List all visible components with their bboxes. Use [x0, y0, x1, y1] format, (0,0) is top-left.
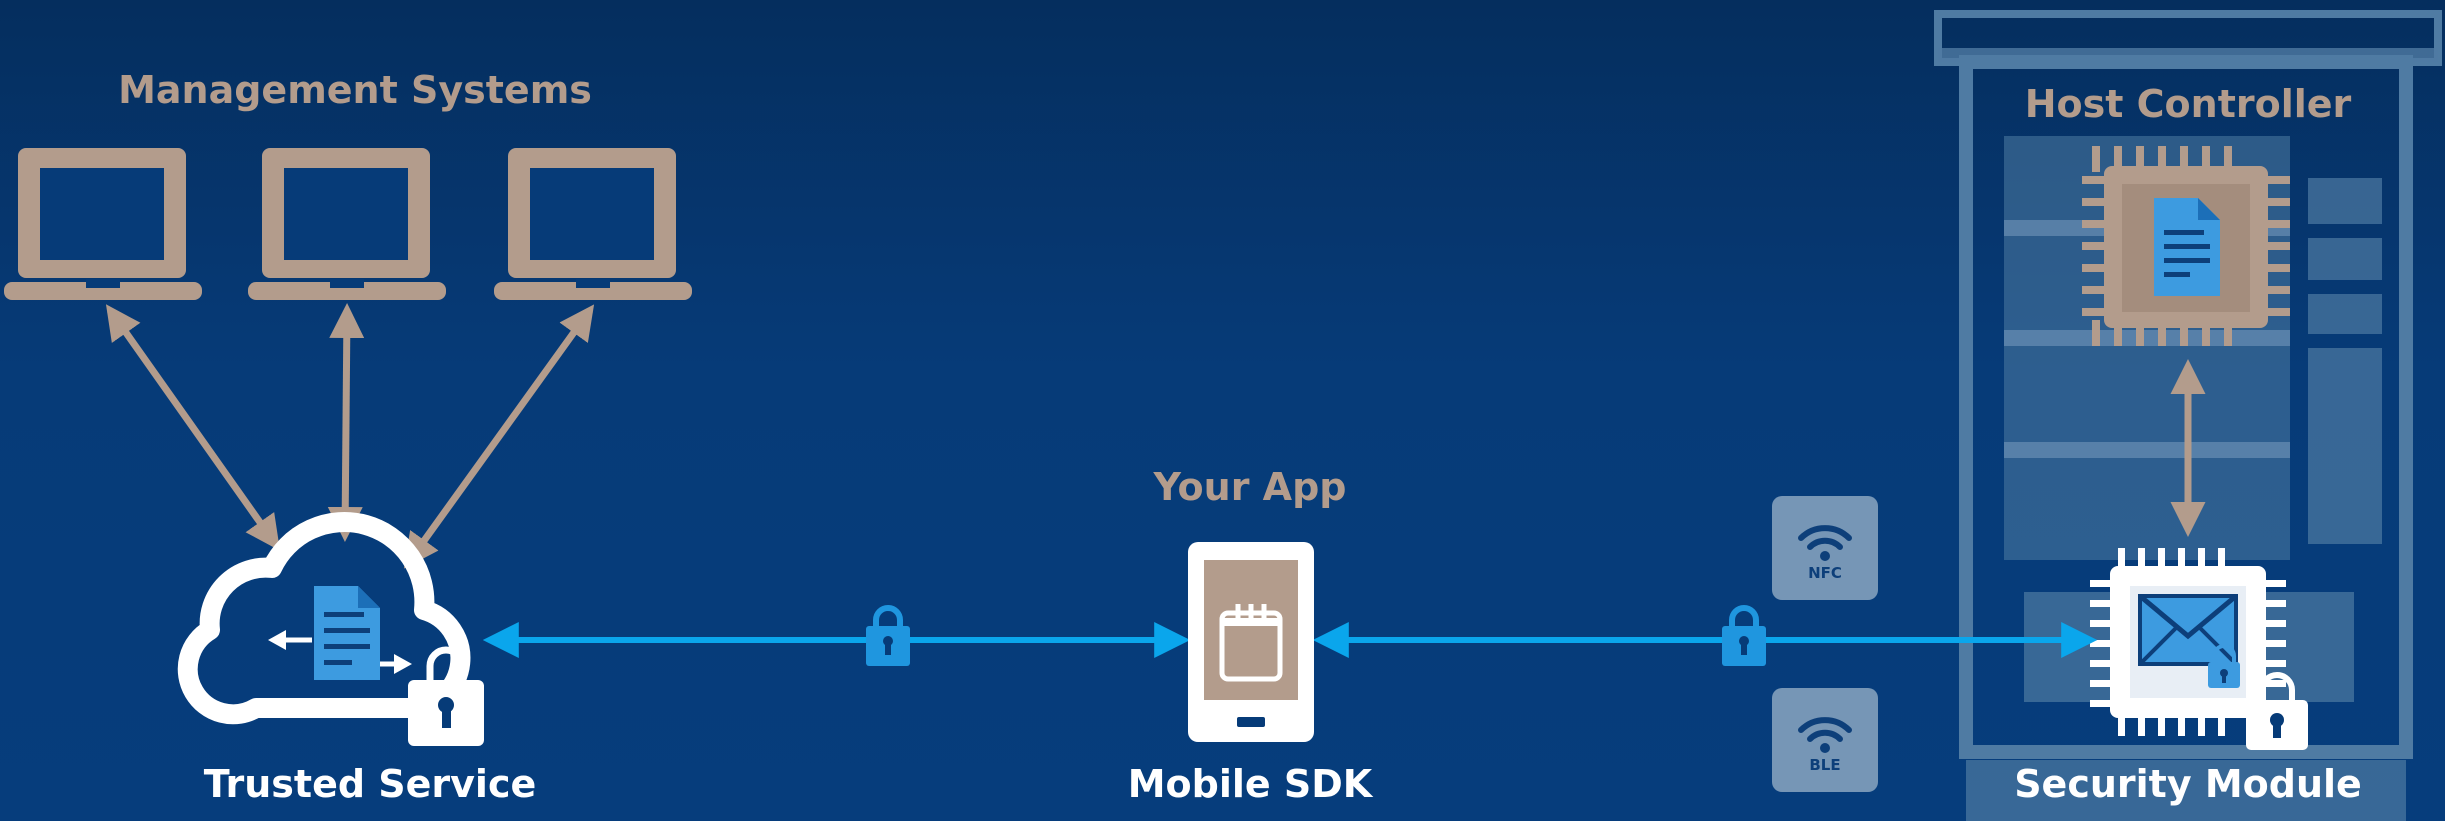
- ble-badge: BLE: [1772, 688, 1878, 792]
- ble-label: BLE: [1809, 756, 1840, 774]
- architecture-diagram: NFC BLE Management Systems Host Controll…: [4, 10, 2442, 821]
- laptop-icon: [248, 148, 446, 300]
- connection-padlock-icon: [1722, 605, 1766, 666]
- management-systems-label: Management Systems: [118, 68, 592, 112]
- document-icon: [2154, 198, 2220, 296]
- management-arrow-center: [327, 303, 365, 542]
- smartphone-icon: [1188, 542, 1314, 742]
- management-arrow-right: [403, 304, 595, 569]
- connection-padlock-icon: [866, 605, 910, 666]
- nfc-label: NFC: [1808, 564, 1842, 582]
- envelope-icon: [2138, 594, 2238, 666]
- trusted-padlock-icon: [408, 646, 484, 746]
- laptop-icon: [4, 148, 202, 300]
- laptop-icon: [494, 148, 692, 300]
- management-arrow-left: [105, 304, 281, 551]
- document-icon: [314, 586, 380, 680]
- nfc-badge: NFC: [1772, 496, 1878, 600]
- mobile-sdk-label: Mobile SDK: [1128, 762, 1374, 806]
- your-app-label: Your App: [1153, 465, 1347, 509]
- security-module-label: Security Module: [2014, 762, 2362, 806]
- trusted-service-label: Trusted Service: [204, 762, 537, 806]
- host-controller-label: Host Controller: [2025, 82, 2352, 126]
